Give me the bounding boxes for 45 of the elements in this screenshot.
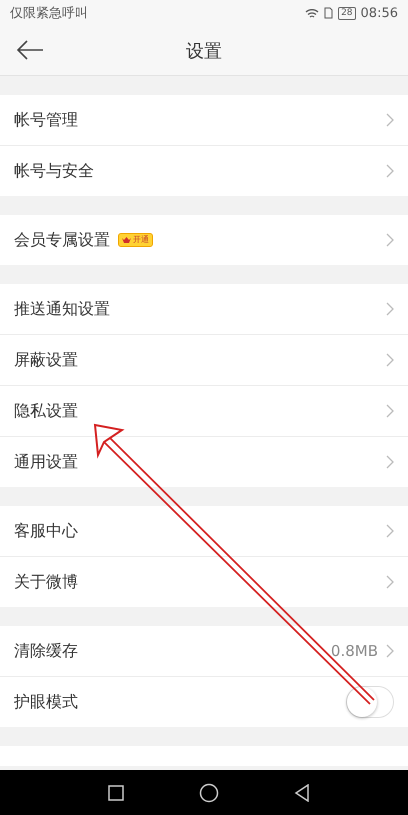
chevron-right-icon <box>386 302 394 316</box>
battery-level: 28 <box>338 6 356 20</box>
chevron-right-icon <box>386 164 394 178</box>
settings-row[interactable]: 客服中心 <box>0 506 408 557</box>
row-label: 护眼模式 <box>14 692 78 712</box>
settings-row[interactable]: 护眼模式 <box>0 677 408 727</box>
settings-row[interactable]: 帐号与安全 <box>0 146 408 196</box>
back-arrow-icon[interactable] <box>16 39 44 61</box>
circle-nav-icon[interactable] <box>199 782 219 802</box>
settings-row[interactable]: 通用设置 <box>0 437 408 487</box>
settings-row[interactable]: 关于微博 <box>0 557 408 607</box>
square-nav-icon[interactable] <box>108 784 124 800</box>
chevron-right-icon <box>386 455 394 469</box>
status-time: 08:56 <box>360 6 398 20</box>
row-label: 帐号与安全 <box>14 160 94 182</box>
row-label: 帐号管理 <box>14 110 78 130</box>
chevron-right-icon <box>386 644 394 658</box>
chevron-right-icon <box>386 353 394 367</box>
chevron-right-icon <box>386 404 394 418</box>
row-label: 会员专属设置 <box>14 230 110 250</box>
settings-row[interactable]: 会员专属设置 开通 <box>0 215 408 265</box>
status-text: 仅限紧急呼叫 <box>10 5 88 22</box>
cache-size: 0.8MB <box>330 642 378 660</box>
vip-badge: 开通 <box>118 233 153 247</box>
settings-row[interactable]: 推送通知设置 <box>0 284 408 335</box>
chevron-right-icon <box>386 575 394 589</box>
row-label: 关于微博 <box>14 572 78 592</box>
row-label: 客服中心 <box>14 520 78 542</box>
chevron-right-icon <box>386 524 394 538</box>
chevron-right-icon <box>386 233 394 247</box>
toggle-switch[interactable] <box>346 686 394 718</box>
settings-row[interactable]: 清除缓存 0.8MB <box>0 626 408 677</box>
wifi-icon <box>305 8 320 18</box>
row-label: 屏蔽设置 <box>14 350 78 370</box>
sim-icon <box>324 7 334 19</box>
settings-row[interactable]: 屏蔽设置 <box>0 335 408 386</box>
chevron-right-icon <box>386 113 394 127</box>
row-label: 推送通知设置 <box>14 298 110 320</box>
row-label: 清除缓存 <box>14 640 78 662</box>
settings-row[interactable]: 帐号管理 <box>0 95 408 146</box>
page-title: 设置 <box>186 40 222 62</box>
row-label: 隐私设置 <box>14 400 78 422</box>
settings-row[interactable]: 隐私设置 <box>0 386 408 437</box>
triangle-nav-icon[interactable] <box>294 784 310 802</box>
row-label: 通用设置 <box>14 452 78 472</box>
